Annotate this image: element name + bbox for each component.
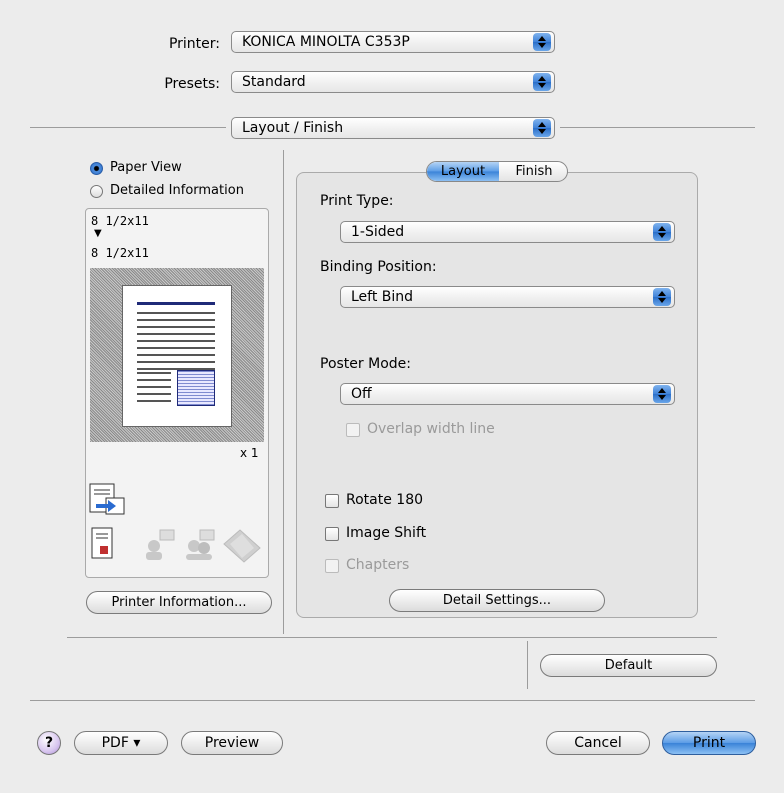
print-button[interactable]: Print <box>662 731 756 755</box>
divider <box>30 127 226 128</box>
popup-arrows-icon <box>533 73 551 91</box>
tab-control: Layout Finish <box>426 161 568 182</box>
tab-layout[interactable]: Layout <box>427 162 499 181</box>
image-shift-label: Image Shift <box>346 525 427 541</box>
down-arrow-icon: ▼ <box>94 228 102 239</box>
paper-view-label: Paper View <box>110 160 182 175</box>
vertical-divider <box>527 641 528 689</box>
document-icon <box>91 527 113 559</box>
detailed-info-label: Detailed Information <box>110 183 244 198</box>
help-button[interactable]: ? <box>37 731 61 755</box>
popup-arrows-icon <box>533 119 551 137</box>
overlap-width-checkbox[interactable] <box>346 423 360 437</box>
printer-label: Printer: <box>168 36 220 52</box>
printer-value: KONICA MINOLTA C353P <box>242 34 410 50</box>
pdf-menu-button[interactable]: PDF ▾ <box>74 731 168 755</box>
popup-arrows-icon <box>653 223 671 241</box>
overlap-width-label: Overlap width line <box>367 421 495 437</box>
user-auth-icon <box>146 529 175 560</box>
poster-mode-popup[interactable]: Off <box>340 383 675 405</box>
preview-page <box>122 285 232 427</box>
chapters-checkbox[interactable] <box>325 559 339 573</box>
stamp-icon <box>223 529 261 563</box>
poster-mode-label: Poster Mode: <box>320 356 411 372</box>
print-type-value: 1-Sided <box>351 224 405 240</box>
popup-arrows-icon <box>653 288 671 306</box>
output-tray-icon <box>89 483 125 515</box>
binding-position-label: Binding Position: <box>320 259 437 275</box>
printer-information-button[interactable]: Printer Information... <box>86 591 272 614</box>
detail-settings-button[interactable]: Detail Settings... <box>389 589 605 612</box>
chapters-label: Chapters <box>346 557 410 573</box>
popup-arrows-icon <box>653 385 671 403</box>
preview-button[interactable]: Preview <box>181 731 283 755</box>
input-paper-size: 8 1/2x11 <box>91 214 149 228</box>
rotate-180-label: Rotate 180 <box>346 492 424 508</box>
tab-finish[interactable]: Finish <box>500 162 567 181</box>
printer-popup[interactable]: KONICA MINOLTA C353P <box>231 31 555 53</box>
binding-position-popup[interactable]: Left Bind <box>340 286 675 308</box>
detailed-info-radio[interactable] <box>90 185 103 198</box>
presets-value: Standard <box>242 74 306 90</box>
panel-menu-value: Layout / Finish <box>242 120 344 136</box>
vertical-divider <box>283 150 284 634</box>
popup-arrows-icon <box>533 33 551 51</box>
panel-menu-popup[interactable]: Layout / Finish <box>231 117 555 139</box>
paper-view-radio[interactable] <box>90 162 103 175</box>
print-type-label: Print Type: <box>320 193 394 209</box>
divider <box>30 700 755 701</box>
image-shift-checkbox[interactable] <box>325 527 339 541</box>
presets-popup[interactable]: Standard <box>231 71 555 93</box>
divider <box>67 637 717 638</box>
divider <box>560 127 755 128</box>
account-track-icon <box>186 529 215 560</box>
poster-mode-value: Off <box>351 386 372 402</box>
binding-position-value: Left Bind <box>351 289 414 305</box>
default-button[interactable]: Default <box>540 654 717 677</box>
output-paper-size: 8 1/2x11 <box>91 246 149 260</box>
presets-label: Presets: <box>164 76 220 92</box>
cancel-button[interactable]: Cancel <box>546 731 650 755</box>
rotate-180-checkbox[interactable] <box>325 494 339 508</box>
copies-count: x 1 <box>240 446 259 460</box>
print-type-popup[interactable]: 1-Sided <box>340 221 675 243</box>
